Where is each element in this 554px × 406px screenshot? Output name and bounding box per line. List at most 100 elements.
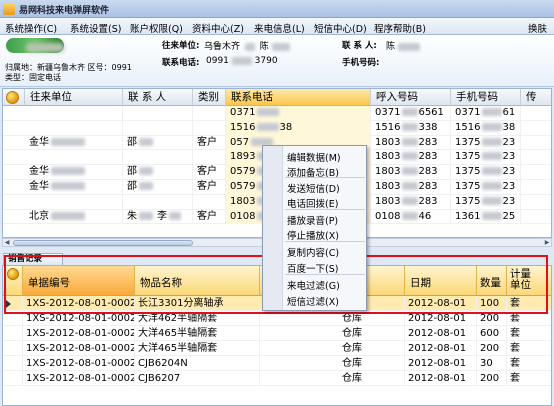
cell-fax: [521, 165, 551, 180]
col-header-phone[interactable]: 联系电话: [226, 89, 371, 106]
cell-unit: [25, 194, 123, 210]
context-menu-separator: [285, 177, 365, 178]
sales-row[interactable]: 1XS-2012-08-01-0002 大洋465半轴隔套 仓库 2012-08-01…: [3, 326, 551, 341]
cell-inbound: 1803 283: [371, 194, 451, 210]
inbound-tail-text: 283: [418, 166, 438, 178]
cell-contact: [123, 150, 193, 166]
cell-store: 仓库: [260, 326, 405, 341]
context-menu-item[interactable]: 发送短信(D): [287, 181, 340, 195]
inbound-text: 1803: [375, 181, 401, 192]
redacted-mask: [169, 211, 181, 220]
cell-contact: 邵: [123, 165, 193, 180]
scrollbar-thumb[interactable]: [13, 240, 193, 246]
menu-skin[interactable]: 换肤: [528, 21, 547, 35]
cell-unit: 套: [507, 356, 551, 371]
sales-row[interactable]: 1XS-2012-08-01-0002 CJB6204N 仓库 2012-08-01 3…: [3, 356, 551, 371]
sales-records-tab[interactable]: 销售记录: [3, 253, 63, 265]
redacted-mask: [397, 42, 420, 51]
col-header-inbound[interactable]: 呼入号码: [371, 89, 451, 106]
app-icon: [3, 3, 15, 15]
phone-tail-text: 38: [279, 121, 293, 133]
context-menu-item[interactable]: 编辑数据(M): [287, 150, 341, 164]
redacted-mask: [482, 167, 503, 176]
cell-inbound: 0108 46: [371, 209, 451, 225]
context-menu-item[interactable]: 停止播放(X): [287, 228, 339, 242]
menu-caller-info[interactable]: 来电信息(L): [254, 21, 305, 35]
sales-row[interactable]: 1XS-2012-08-01-0002 大洋465半轴隔套 仓库 2012-08-01…: [3, 341, 551, 356]
phone-text: 057: [230, 136, 250, 148]
menu-bar: 系统操作(C) 系统设置(S) 账户权限(Q) 资料中心(Z) 来电信息(L) …: [0, 18, 554, 35]
phone-label: 联系电话:: [162, 58, 200, 68]
sales-col-date[interactable]: 日期: [405, 266, 477, 296]
cell-unit: [25, 120, 123, 136]
cell-unit: 套: [507, 341, 551, 356]
sales-row[interactable]: 1XS-2012-08-01-0002 大洋462半轴隔套 仓库 2012-08-01…: [3, 311, 551, 326]
redacted-mask: [402, 122, 419, 131]
cell-qty: 200: [477, 371, 507, 386]
cell-fax: [521, 136, 551, 151]
context-menu-item[interactable]: 来电过滤(G): [287, 278, 340, 292]
sales-col-no[interactable]: 单据编号: [23, 266, 135, 296]
redacted-mask: [271, 42, 290, 51]
context-menu-item[interactable]: 播放录音(P): [287, 213, 338, 227]
context-menu-item[interactable]: 电话回拨(E): [287, 196, 338, 210]
col-header-contact[interactable]: 联 系 人: [123, 89, 193, 106]
grid-corner: [3, 89, 25, 106]
context-menu-item[interactable]: 百度一下(S): [287, 261, 338, 275]
cell-fax: [521, 150, 551, 165]
redacted-mask: [482, 211, 503, 220]
unit-text: 金华: [29, 136, 49, 148]
mobile-tail-text: 23: [502, 136, 516, 148]
redacted-mask: [139, 182, 153, 190]
refresh-ball-icon[interactable]: [6, 91, 19, 104]
contact2-text: 李: [157, 210, 167, 222]
refresh-ball-icon[interactable]: [7, 268, 19, 280]
scroll-left-icon[interactable]: ◀: [3, 239, 11, 246]
menu-sms-center[interactable]: 短信中心(D): [314, 21, 367, 35]
inbound-text: 1803: [375, 166, 401, 178]
col-header-fax[interactable]: 传: [521, 89, 551, 106]
redacted-mask: [482, 182, 503, 190]
menu-help[interactable]: 程序帮助(B): [374, 21, 426, 35]
col-header-mobile[interactable]: 手机号码: [451, 89, 521, 106]
menu-account-permissions[interactable]: 账户权限(Q): [130, 21, 183, 35]
redacted-mask: [482, 152, 503, 161]
menu-system-ops[interactable]: 系统操作(C): [5, 21, 57, 35]
mobile-text: 1375: [455, 195, 481, 207]
cell-doc-no: 1XS-2012-08-01-0002: [23, 356, 135, 371]
cell-date: 2012-08-01: [405, 371, 477, 386]
sales-col-unit[interactable]: 计量单位: [507, 266, 551, 296]
col-header-unit[interactable]: 往来单位: [25, 89, 123, 106]
menu-data-center[interactable]: 资料中心(Z): [192, 21, 244, 35]
context-menu-item[interactable]: 复制内容(C): [287, 245, 339, 259]
mobile-tail-text: 23: [502, 166, 516, 178]
context-menu-icon-strip: [263, 146, 283, 310]
inbound-text: 1803: [375, 151, 401, 163]
cell-date: 2012-08-01: [405, 296, 477, 311]
cell-store: 仓库: [260, 341, 405, 356]
redacted-mask: [402, 108, 419, 116]
cell-date: 2012-08-01: [405, 311, 477, 326]
cell-unit: 套: [507, 311, 551, 326]
redacted-mask: [231, 56, 252, 65]
contact-label: 联 系 人:: [342, 41, 377, 51]
customer-row[interactable]: 1516 38 1516 338 1516 38: [3, 120, 551, 136]
cell-type: 客户: [193, 180, 226, 195]
cell-doc-no: 1XS-2012-08-01-0002: [23, 326, 135, 341]
redacted-mask: [51, 182, 85, 190]
customer-row[interactable]: 0371 0371 6561 0371 61: [3, 106, 551, 121]
context-menu-item[interactable]: 短信过滤(X): [287, 294, 339, 308]
scroll-right-icon[interactable]: ▶: [543, 239, 551, 246]
phone-value: 0991 3790: [206, 56, 278, 66]
sales-row[interactable]: 1XS-2012-08-01-0002 CJB6207 仓库 2012-08-01 20…: [3, 371, 551, 386]
cell-inbound: 0371 6561: [371, 106, 451, 121]
mobile-tail-text: 61: [502, 107, 516, 118]
col-header-type[interactable]: 类别: [193, 89, 226, 106]
cell-mobile: 1375 23: [451, 180, 521, 195]
redacted-mask: [139, 211, 153, 220]
cell-mobile: 1375 23: [451, 135, 521, 151]
menu-system-settings[interactable]: 系统设置(S): [70, 21, 121, 35]
row-indicator: [3, 326, 23, 341]
sales-col-name[interactable]: 物品名称: [135, 266, 260, 296]
sales-col-qty[interactable]: 数量: [477, 266, 507, 296]
